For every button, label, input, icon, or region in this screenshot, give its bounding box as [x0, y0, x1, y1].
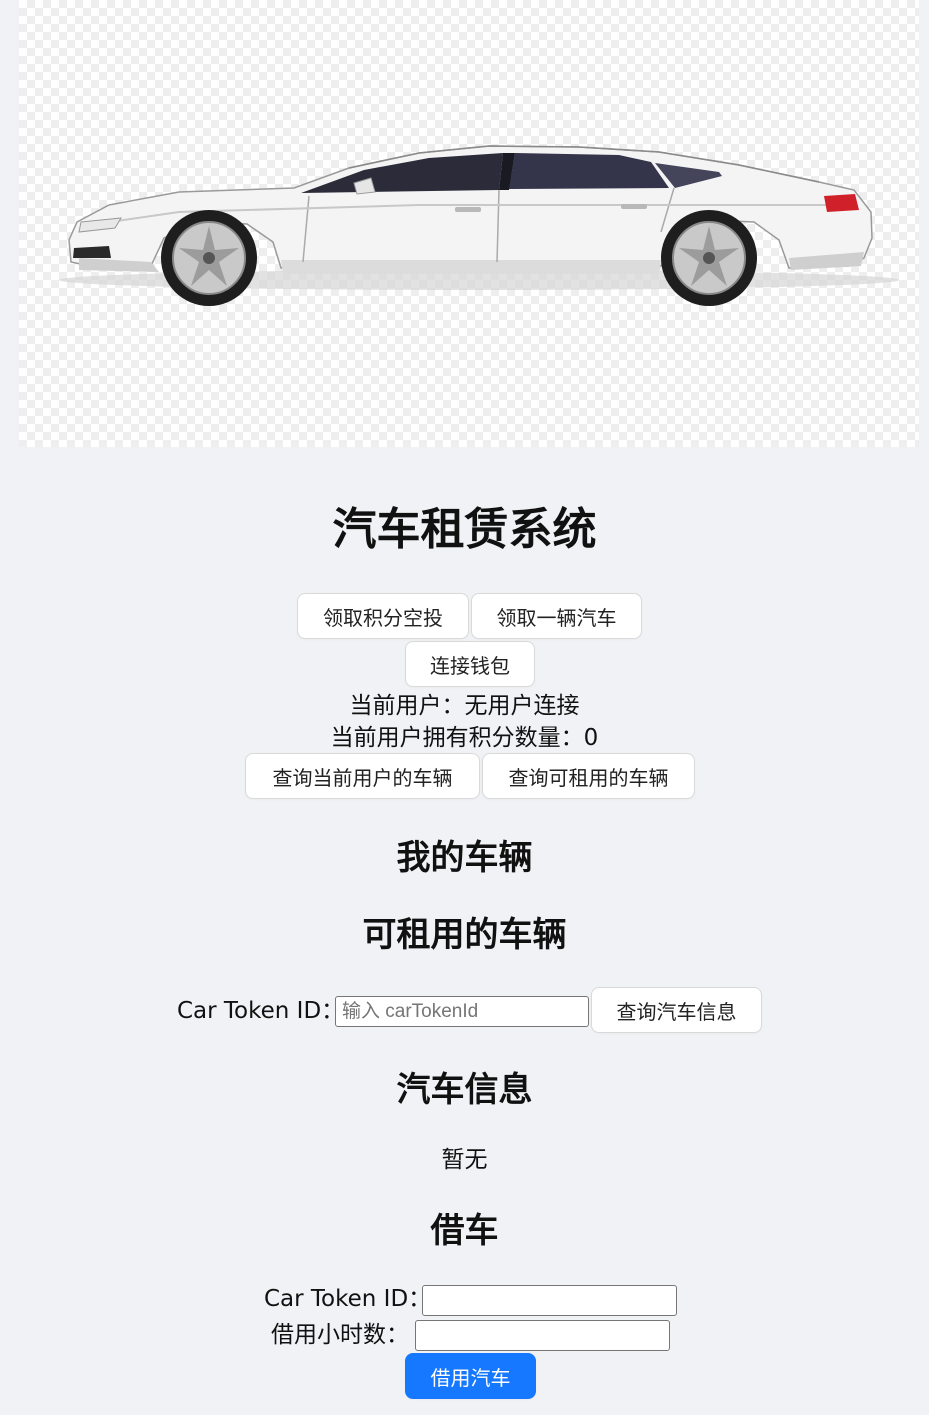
car-token-id-input[interactable] — [335, 996, 589, 1027]
points-line: 当前用户拥有积分数量：0 — [0, 722, 929, 754]
borrow-car-button[interactable]: 借用汽车 — [405, 1353, 536, 1399]
query-token-label: Car Token ID： — [177, 998, 345, 1024]
car-info-empty-text: 暂无 — [441, 1147, 488, 1173]
page-title: 汽车租赁系统 — [332, 504, 597, 555]
query-available-cars-button[interactable]: 查询可租用的车辆 — [482, 753, 695, 799]
borrow-hours-input[interactable] — [415, 1320, 670, 1351]
query-car-info-button[interactable]: 查询汽车信息 — [591, 987, 762, 1033]
car-illustration — [59, 145, 899, 306]
claim-airdrop-button[interactable]: 领取积分空投 — [297, 593, 469, 639]
current-user-value: 无用户连接 — [464, 693, 580, 719]
query-my-cars-button[interactable]: 查询当前用户的车辆 — [245, 753, 480, 799]
borrow-heading: 借车 — [430, 1211, 499, 1251]
connect-wallet-button[interactable]: 连接钱包 — [405, 641, 535, 687]
car-hero-image — [19, 0, 919, 447]
borrow-token-id-input[interactable] — [422, 1285, 677, 1316]
current-user-label: 当前用户： — [349, 693, 465, 719]
claim-car-button[interactable]: 领取一辆汽车 — [471, 593, 642, 639]
my-cars-heading: 我的车辆 — [396, 838, 533, 878]
car-info-heading: 汽车信息 — [396, 1070, 533, 1110]
borrow-hours-label: 借用小时数： — [271, 1322, 409, 1348]
current-user-line: 当前用户：无用户连接 — [0, 690, 929, 722]
borrow-token-label: Car Token ID： — [264, 1286, 432, 1312]
available-cars-heading: 可租用的车辆 — [362, 915, 567, 955]
points-value: 0 — [583, 725, 599, 751]
points-label: 当前用户拥有积分数量： — [330, 725, 584, 751]
